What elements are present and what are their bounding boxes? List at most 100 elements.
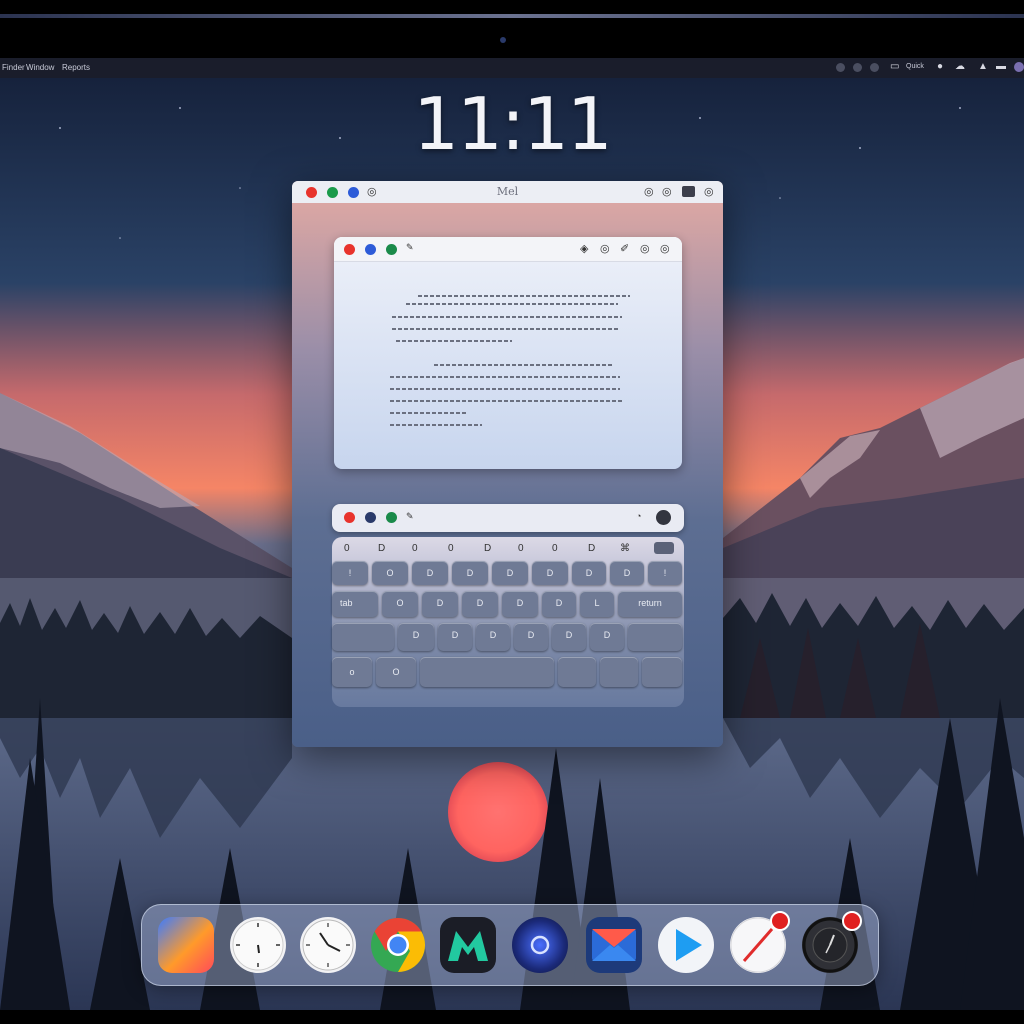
- fn-key[interactable]: 0: [552, 543, 558, 554]
- chrome-icon[interactable]: [370, 917, 426, 973]
- key[interactable]: D: [502, 591, 538, 617]
- key[interactable]: [558, 657, 596, 687]
- key[interactable]: D: [398, 623, 434, 651]
- key[interactable]: D: [462, 591, 498, 617]
- key[interactable]: D: [590, 623, 624, 651]
- menu-item-reports[interactable]: Reports: [62, 63, 90, 72]
- menu-item-window[interactable]: Window: [26, 63, 54, 72]
- close-button[interactable]: [344, 512, 355, 523]
- eye-icon[interactable]: ◔: [636, 511, 641, 521]
- safari-icon[interactable]: [730, 911, 790, 973]
- text-line: [434, 364, 614, 366]
- text-line: [392, 328, 620, 330]
- key[interactable]: O: [372, 561, 408, 585]
- fn-key[interactable]: ⌘: [620, 543, 630, 554]
- fn-key[interactable]: D: [378, 543, 385, 554]
- mail-icon[interactable]: [586, 917, 642, 973]
- key[interactable]: D: [532, 561, 568, 585]
- key[interactable]: D: [438, 623, 472, 651]
- fn-key[interactable]: 0: [412, 543, 418, 554]
- share-icon[interactable]: ◎: [600, 242, 610, 255]
- clock-icon[interactable]: [300, 917, 356, 973]
- menu-item-finder[interactable]: Finder: [2, 63, 25, 72]
- window-title: Mel: [496, 185, 519, 198]
- screen-bezel-bottom: [0, 1010, 1024, 1024]
- key[interactable]: !: [332, 561, 368, 585]
- menu-quick-label[interactable]: Quick: [906, 63, 924, 70]
- key[interactable]: O: [382, 591, 418, 617]
- space-bar[interactable]: [420, 657, 554, 687]
- zoom-button[interactable]: [386, 244, 397, 255]
- close-button[interactable]: [344, 244, 355, 255]
- pen-icon[interactable]: ✐: [620, 242, 629, 255]
- cloud-icon[interactable]: ☁: [955, 61, 965, 72]
- key[interactable]: D: [452, 561, 488, 585]
- edit-icon[interactable]: ✎: [406, 242, 414, 253]
- shift-key[interactable]: [628, 623, 682, 651]
- fn-key[interactable]: 0: [518, 543, 524, 554]
- key[interactable]: D: [610, 561, 644, 585]
- status-dot[interactable]: [836, 63, 845, 72]
- key[interactable]: D: [476, 623, 510, 651]
- key[interactable]: D: [572, 561, 606, 585]
- zoom-button[interactable]: [386, 512, 397, 523]
- key[interactable]: D: [422, 591, 458, 617]
- record-icon[interactable]: [656, 510, 671, 525]
- key[interactable]: D: [552, 623, 586, 651]
- key[interactable]: [642, 657, 682, 687]
- keyboard-title-bar[interactable]: ✎ ◔: [332, 504, 684, 532]
- key[interactable]: D: [412, 561, 448, 585]
- eye-icon[interactable]: ◈: [580, 242, 588, 255]
- clock-icon[interactable]: [802, 911, 862, 973]
- document-window[interactable]: ✎ ◈ ◎ ✐ ◎ ◎: [334, 237, 682, 469]
- fn-key[interactable]: 0: [448, 543, 454, 554]
- edit-icon[interactable]: ✎: [406, 511, 414, 522]
- share-icon[interactable]: ◎: [644, 185, 654, 198]
- fn-key[interactable]: D: [484, 543, 491, 554]
- launcher-icon[interactable]: [158, 917, 214, 973]
- return-key[interactable]: return: [618, 591, 682, 617]
- fn-key[interactable]: D: [588, 543, 595, 554]
- mail-logo: [592, 929, 636, 961]
- key[interactable]: D: [492, 561, 528, 585]
- info-icon[interactable]: ◎: [640, 242, 650, 255]
- bezel-rim: [0, 14, 1024, 18]
- clock-face: [232, 919, 284, 971]
- minimize-button[interactable]: [365, 512, 376, 523]
- document-title-bar[interactable]: ✎ ◈ ◎ ✐ ◎ ◎: [334, 237, 682, 262]
- key[interactable]: D: [514, 623, 548, 651]
- key[interactable]: L: [580, 591, 614, 617]
- text-line: [390, 388, 620, 390]
- status-dot[interactable]: [853, 63, 862, 72]
- key[interactable]: o: [332, 657, 372, 687]
- text-line: [390, 376, 620, 378]
- more-icon[interactable]: ◎: [660, 242, 670, 255]
- wifi-icon[interactable]: ▲: [978, 61, 988, 72]
- key[interactable]: [600, 657, 638, 687]
- status-dot[interactable]: [870, 63, 879, 72]
- search-icon[interactable]: ●: [937, 61, 943, 72]
- key[interactable]: !: [648, 561, 682, 585]
- control-center-icon[interactable]: ▭: [890, 61, 899, 72]
- clock-icon[interactable]: [230, 917, 286, 973]
- battery-icon[interactable]: ▬: [996, 61, 1006, 72]
- tabs-icon[interactable]: [682, 186, 695, 197]
- camera-icon: [500, 37, 506, 43]
- key[interactable]: O: [376, 657, 416, 687]
- outer-title-bar[interactable]: ◎ Mel ◎ ◎ ◎: [292, 181, 723, 203]
- fn-key[interactable]: 0: [344, 543, 350, 554]
- siri-icon[interactable]: [512, 917, 568, 973]
- outer-window[interactable]: ◎ Mel ◎ ◎ ◎ ✎ ◈ ◎ ✐ ◎ ◎ ✎ ◔ 0 D 0 0 D 0 …: [292, 181, 723, 747]
- maps-icon[interactable]: [440, 917, 496, 973]
- on-screen-keyboard[interactable]: 0 D 0 0 D 0 0 D ⌘ ! O D D D D D D ! tab …: [332, 537, 684, 707]
- minimize-button[interactable]: [365, 244, 376, 255]
- shift-key[interactable]: [332, 623, 394, 651]
- key[interactable]: D: [542, 591, 576, 617]
- user-avatar[interactable]: [1014, 62, 1024, 72]
- text-line: [396, 340, 512, 342]
- info-icon[interactable]: ◎: [662, 185, 672, 198]
- play-icon[interactable]: [658, 917, 714, 973]
- tab-key[interactable]: tab: [332, 591, 378, 617]
- more-icon[interactable]: ◎: [704, 185, 714, 198]
- keyboard-toggle-icon[interactable]: [654, 542, 674, 554]
